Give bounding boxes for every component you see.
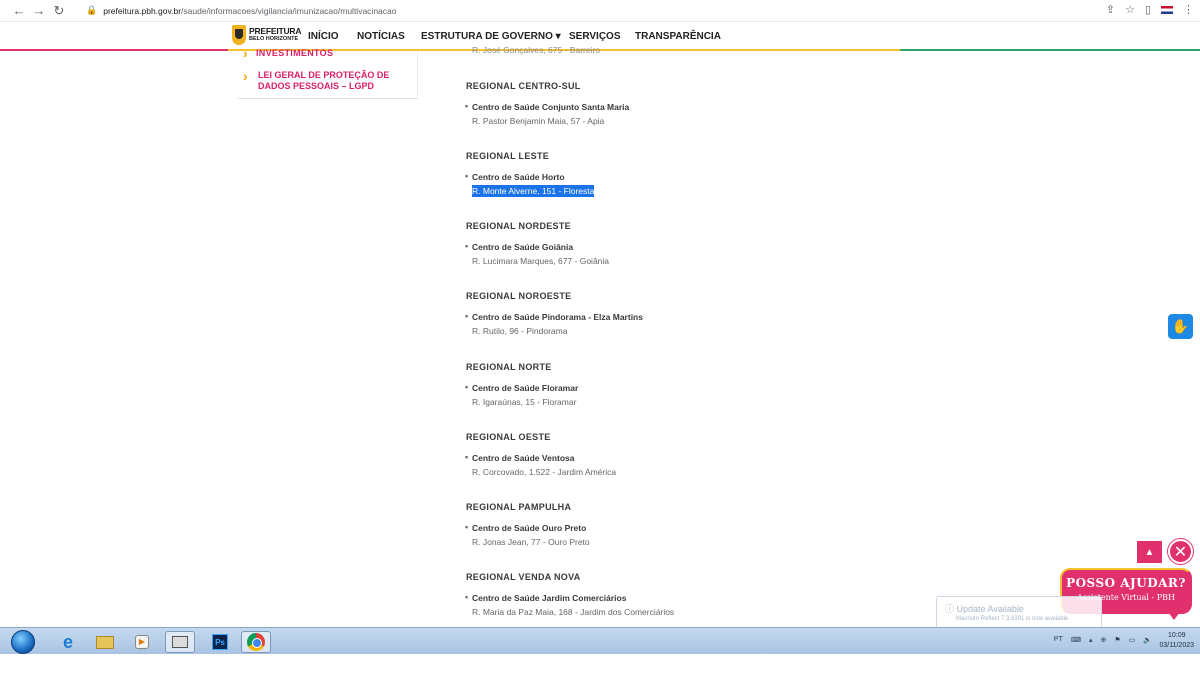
region-block: REGIONAL OESTE Centro de Saúde Ventosa R… [465, 432, 617, 477]
url-domain: prefeitura.pbh.gov.br [103, 5, 182, 16]
region-title: REGIONAL NORTE [466, 362, 552, 372]
address-bar[interactable]: prefeitura.pbh.gov.br/saude/informacoes/… [103, 6, 396, 16]
clock-time: 10:09 [1167, 632, 1186, 639]
internet-explorer-icon[interactable]: e [53, 631, 83, 653]
photoshop-icon[interactable]: Ps [205, 631, 235, 653]
start-button[interactable] [11, 630, 35, 654]
region-block: REGIONAL NORTE Centro de Saúde Floramar … [465, 362, 578, 407]
bookmark-star-icon[interactable]: ☆ [1125, 3, 1135, 16]
center-name: Centro de Saúde Ouro Preto [465, 522, 590, 533]
info-icon: ⓘ [945, 604, 955, 614]
tray-arrow-icon[interactable]: ▴ [1089, 636, 1093, 644]
browser-toolbar: ← → ↻ 🔒 prefeitura.pbh.gov.br/saude/info… [0, 0, 1200, 22]
logo-line2: BELO HORIZONTE [249, 36, 299, 42]
region-block: REGIONAL NOROESTE Centro de Saúde Pindor… [465, 291, 643, 336]
menu-inicio[interactable]: INÍCIO [308, 31, 339, 42]
action-center-flag-icon[interactable]: ⚑ [1114, 636, 1120, 644]
update-notification[interactable]: ⓘ Update Available Macrium Reflect 7.3.6… [936, 596, 1102, 629]
region-title: REGIONAL LESTE [466, 151, 550, 161]
system-tray: PT ⌨ ▴ ⊕ ⚑ ▭ 🔈 [1054, 636, 1152, 644]
center-name: Centro de Saúde Floramar [465, 382, 578, 393]
forward-icon[interactable]: → [30, 2, 48, 20]
region-block: REGIONAL NORDESTE Centro de Saúde Goiâni… [465, 221, 610, 266]
toast-message: Macrium Reflect 7.3.6391 is now availabl… [956, 616, 1069, 622]
toast-title: Update Available [956, 604, 1024, 614]
center-address-selected: R. Monte Alverne, 151 - Floresta [466, 185, 595, 197]
sidebar: › INVESTIMENTOS › LEI GERAL DE PROTEÇÃO … [238, 45, 418, 99]
region-title: REGIONAL OESTE [466, 432, 551, 442]
center-name: Centro de Saúde Jardim Comerciários [465, 592, 674, 603]
reload-icon[interactable]: ↻ [50, 2, 68, 20]
lock-icon[interactable]: 🔒 [86, 5, 97, 16]
language-indicator[interactable]: PT [1054, 636, 1063, 644]
center-address: R. Jonas Jean, 77 - Ouro Preto [472, 537, 590, 547]
share-icon[interactable]: ⇪ [1106, 3, 1115, 16]
accessibility-hand-icon[interactable]: ✋ [1168, 314, 1193, 339]
center-name: Centro de Saúde Horto [465, 171, 594, 182]
control-panel-icon[interactable] [165, 631, 195, 653]
region-title: REGIONAL PAMPULHA [466, 502, 572, 512]
center-address: R. Corcovado, 1.522 - Jardim América [472, 467, 617, 477]
region-block: REGIONAL CENTRO-SUL Centro de Saúde Conj… [465, 81, 629, 126]
region-title: REGIONAL NOROESTE [466, 291, 572, 301]
center-name: Centro de Saúde Pindorama - Elza Martins [465, 311, 643, 322]
selected-text: R. Monte Alverne, 151 - Floresta [472, 185, 595, 197]
region-title: REGIONAL VENDA NOVA [466, 572, 581, 582]
system-clock[interactable]: 10:09 03/11/2023 [1159, 631, 1194, 651]
region-block: REGIONAL PAMPULHA Centro de Saúde Ouro P… [465, 502, 590, 547]
clock-date: 03/11/2023 [1159, 642, 1194, 649]
region-title: REGIONAL NORDESTE [466, 221, 571, 231]
center-address: R. Lucimara Marques, 677 - Goiânia [472, 256, 610, 266]
region-block: REGIONAL LESTE Centro de Saúde Horto R. … [465, 151, 595, 197]
chrome-taskbar-icon[interactable] [241, 631, 271, 653]
sidebar-item-lgpd[interactable]: LEI GERAL DE PROTEÇÃO DE DADOS PESSOAIS … [258, 70, 418, 92]
pbh-logo[interactable]: PREFEITURA BELO HORIZONTE [232, 25, 302, 45]
center-name: Centro de Saúde Conjunto Santa Maria [465, 101, 629, 112]
cut-address: R. José Gonçalves, 675 - Barreiro [472, 45, 601, 55]
menu-transparencia[interactable]: TRANSPARÊNCIA [635, 31, 721, 42]
extension-flag-icon[interactable] [1161, 5, 1173, 14]
center-address: R. Pastor Benjamin Maia, 57 - Apia [472, 116, 605, 126]
center-address: R. Maria da Paz Maia, 168 - Jardim dos C… [472, 607, 675, 617]
display-icon[interactable]: ▭ [1129, 636, 1136, 644]
media-player-icon[interactable]: ▶ [127, 631, 157, 653]
center-address: R. Igaraúnas, 15 - Floramar [472, 397, 577, 407]
region-title: REGIONAL CENTRO-SUL [466, 81, 581, 91]
center-address: R. Rutilo, 96 - Pindorama [472, 326, 568, 336]
region-block: REGIONAL VENDA NOVA Centro de Saúde Jard… [465, 572, 675, 617]
assistant-bubble-tail [1168, 612, 1180, 620]
side-panel-icon[interactable]: ▯ [1145, 3, 1151, 16]
back-icon[interactable]: ← [10, 2, 28, 20]
keyboard-icon[interactable]: ⌨ [1071, 636, 1081, 644]
center-name: Centro de Saúde Ventosa [465, 452, 616, 463]
more-menu-icon[interactable]: ⋮ [1183, 3, 1194, 16]
logo-line1: PREFEITURA [249, 26, 302, 36]
scroll-to-top-button[interactable]: ▲ [1137, 541, 1162, 563]
center-name: Centro de Saúde Goiânia [465, 241, 609, 252]
file-explorer-icon[interactable] [90, 631, 120, 653]
volume-icon[interactable]: 🔈 [1143, 636, 1152, 644]
chevron-right-icon: › [243, 68, 248, 84]
menu-estrutura-de-governo[interactable]: ESTRUTURA DE GOVERNO ▾ [421, 31, 561, 42]
close-assistant-button[interactable]: ✕ [1168, 539, 1193, 564]
network-icon[interactable]: ⊕ [1101, 636, 1107, 644]
assistant-title: POSSO AJUDAR? [1066, 576, 1186, 590]
sidebar-item-investimentos[interactable]: INVESTIMENTOS [256, 48, 333, 58]
taskbar: e ▶ Ps PT ⌨ ▴ ⊕ ⚑ ▭ 🔈 10:09 03/11/2023 [0, 627, 1200, 654]
coat-of-arms-icon [232, 25, 246, 45]
chevron-right-icon: › [243, 45, 248, 61]
menu-servicos[interactable]: SERVIÇOS [569, 31, 621, 42]
url-path: /saude/informacoes/vigilancia/imunizacao… [181, 5, 397, 16]
menu-noticias[interactable]: NOTÍCIAS [357, 31, 405, 42]
